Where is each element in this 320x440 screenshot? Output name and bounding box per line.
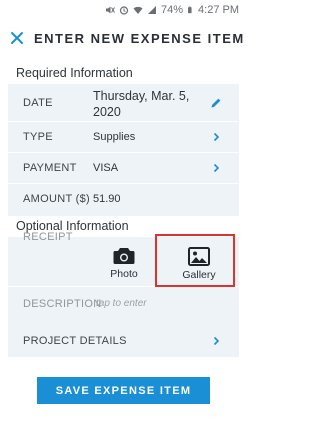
chevron-right-icon — [213, 163, 220, 173]
signal-icon — [148, 6, 156, 14]
description-row[interactable]: DESCRIPTION tap to enter — [8, 292, 239, 319]
app-header: ENTER NEW EXPENSE ITEM — [0, 20, 247, 56]
mute-icon — [106, 6, 115, 14]
photo-button[interactable]: Photo — [106, 247, 142, 280]
amount-row[interactable]: AMOUNT ($) 51.90 — [8, 184, 239, 216]
date-label: DATE — [23, 97, 53, 109]
receipt-label: RECEIPT — [23, 231, 73, 243]
type-label: TYPE — [23, 131, 53, 143]
chevron-right-icon — [213, 132, 220, 142]
status-bar: 74% 4:27 PM — [0, 0, 247, 20]
type-row[interactable]: TYPE Supplies — [8, 122, 239, 153]
save-expense-button[interactable]: SAVE EXPENSE ITEM — [37, 377, 210, 404]
date-value-line1: Thursday, Mar. 5, — [93, 89, 190, 103]
battery-percent: 74% — [161, 4, 184, 16]
description-input[interactable]: tap to enter — [96, 298, 147, 309]
payment-value: VISA — [93, 162, 119, 174]
project-details-label: PROJECT DETAILS — [23, 335, 127, 347]
amount-label: AMOUNT ($) — [23, 193, 90, 205]
alarm-icon — [119, 6, 129, 15]
status-time: 4:27 PM — [198, 4, 239, 16]
edit-pencil-icon[interactable] — [210, 97, 222, 109]
type-value: Supplies — [93, 131, 136, 143]
camera-icon — [113, 248, 135, 264]
project-details-row[interactable]: PROJECT DETAILS — [8, 326, 239, 357]
chevron-right-icon — [213, 336, 220, 346]
page-title: ENTER NEW EXPENSE ITEM — [34, 30, 245, 46]
payment-row[interactable]: PAYMENT VISA — [8, 153, 239, 184]
amount-value[interactable]: 51.90 — [93, 193, 121, 205]
required-section-title: Required Information — [16, 66, 133, 80]
wifi-icon — [133, 6, 143, 14]
required-group: DATE Thursday, Mar. 5, 2020 TYPE Supplie… — [8, 84, 239, 216]
date-value-line2: 2020 — [93, 105, 121, 119]
close-icon — [11, 32, 23, 44]
gallery-highlight — [155, 234, 235, 287]
description-label: DESCRIPTION — [23, 298, 102, 310]
date-row[interactable]: DATE Thursday, Mar. 5, 2020 — [8, 84, 239, 122]
battery-icon — [188, 6, 192, 14]
photo-label: Photo — [110, 268, 138, 280]
close-button[interactable] — [8, 29, 26, 47]
payment-label: PAYMENT — [23, 162, 77, 174]
